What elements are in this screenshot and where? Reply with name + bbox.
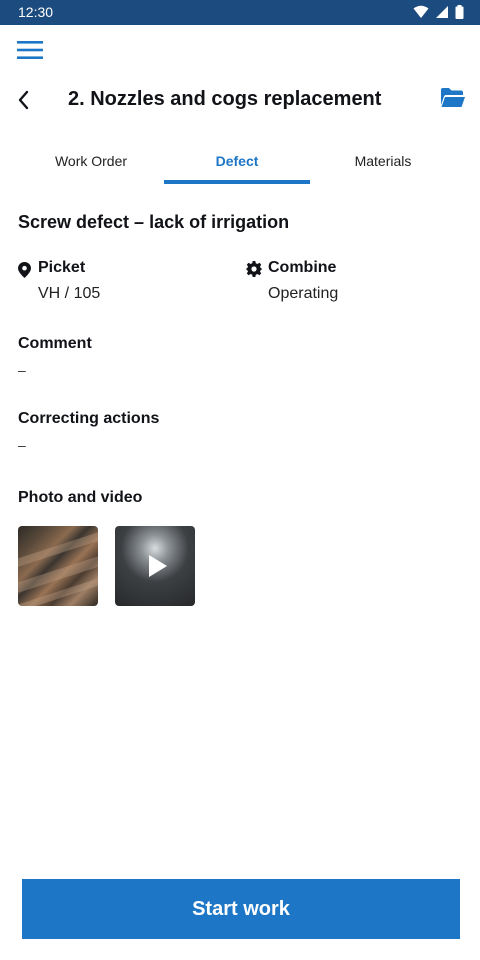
comment-label: Comment — [18, 335, 92, 352]
tab-materials[interactable]: Materials — [310, 146, 456, 184]
status-icons — [413, 5, 464, 19]
start-work-button[interactable]: Start work — [22, 879, 460, 939]
page-title: 2. Nozzles and cogs replacement — [68, 88, 382, 110]
combine-value: Operating — [268, 285, 339, 302]
video-thumbnail[interactable] — [115, 526, 195, 606]
correcting-actions-value: – — [18, 437, 26, 453]
correcting-actions-label: Correcting actions — [18, 410, 160, 427]
defect-title: Screw defect – lack of irrigation — [18, 212, 290, 232]
chevron-left-icon — [18, 90, 29, 110]
folder-open-icon — [441, 88, 465, 107]
play-icon — [149, 555, 167, 577]
folder-button[interactable] — [440, 86, 468, 114]
comment-value: – — [18, 362, 26, 378]
hamburger-menu-button[interactable] — [14, 35, 46, 65]
map-pin-icon — [18, 262, 31, 278]
wifi-icon — [413, 5, 429, 18]
tab-defect[interactable]: Defect — [164, 146, 310, 184]
hamburger-icon — [17, 41, 43, 59]
battery-icon — [455, 5, 464, 19]
gear-icon — [246, 261, 262, 277]
picket-label: Picket — [38, 259, 86, 276]
tab-work-order[interactable]: Work Order — [18, 146, 164, 184]
combine-label: Combine — [268, 259, 337, 276]
picket-value: VH / 105 — [38, 285, 101, 302]
tab-bar: Work Order Defect Materials — [18, 146, 462, 184]
photo-thumbnail[interactable] — [18, 526, 98, 606]
back-button[interactable] — [12, 86, 36, 114]
status-time: 12:30 — [18, 4, 54, 20]
photo-video-label: Photo and video — [18, 489, 143, 506]
status-bar: 12:30 — [0, 0, 480, 25]
signal-icon — [436, 6, 448, 18]
